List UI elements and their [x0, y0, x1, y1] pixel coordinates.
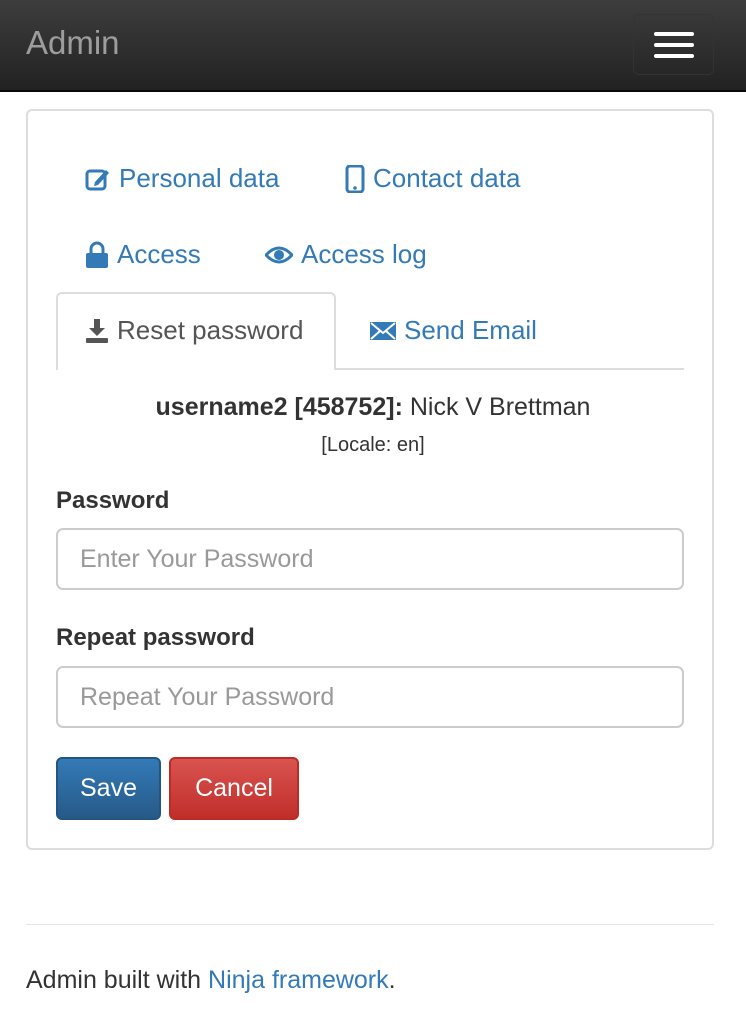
tab-access[interactable]: Access	[85, 239, 201, 270]
tab-access-label: Access	[117, 239, 201, 269]
eye-icon	[265, 244, 293, 266]
footer: Admin built with Ninja framework.	[26, 966, 396, 995]
envelope-icon	[370, 321, 396, 341]
navbar-brand[interactable]: Admin	[26, 24, 120, 62]
tab-contact-data[interactable]: Contact data	[345, 163, 520, 194]
footer-text: Admin built with	[26, 966, 209, 994]
password-label: Password	[56, 487, 170, 514]
save-button[interactable]: Save	[56, 757, 161, 820]
user-panel	[26, 109, 714, 850]
tab-personal-data[interactable]: Personal data	[85, 163, 279, 194]
repeat-password-input[interactable]	[56, 666, 684, 728]
ninja-framework-link[interactable]: Ninja framework	[208, 966, 389, 994]
repeat-password-label: Repeat password	[56, 624, 255, 651]
tab-access-log-label: Access log	[301, 239, 427, 269]
tab-personal-data-label: Personal data	[119, 163, 280, 193]
tab-reset-password-label: Reset password	[117, 315, 304, 345]
menu-toggle-button[interactable]	[633, 14, 714, 75]
user-id-label: username2 [458752]:	[155, 393, 403, 421]
tab-send-email[interactable]: Send Email	[370, 315, 537, 346]
password-input[interactable]	[56, 528, 684, 590]
tab-send-email-label: Send Email	[404, 315, 537, 345]
footer-suffix: .	[388, 966, 396, 994]
lock-icon	[85, 241, 109, 269]
footer-divider	[26, 924, 714, 925]
download-icon	[85, 318, 109, 344]
tab-reset-password-content[interactable]: Reset password	[85, 315, 303, 346]
user-info: username2 [458752]: Nick V Brettman	[0, 393, 746, 422]
cancel-button[interactable]: Cancel	[169, 757, 299, 820]
user-full-name: Nick V Brettman	[409, 393, 591, 421]
mobile-phone-icon	[345, 164, 365, 193]
tab-contact-data-label: Contact data	[373, 163, 521, 193]
user-locale: [Locale: en]	[321, 434, 425, 456]
tab-access-log[interactable]: Access log	[265, 239, 427, 270]
edit-icon	[85, 166, 111, 192]
navbar: Admin	[0, 0, 746, 92]
